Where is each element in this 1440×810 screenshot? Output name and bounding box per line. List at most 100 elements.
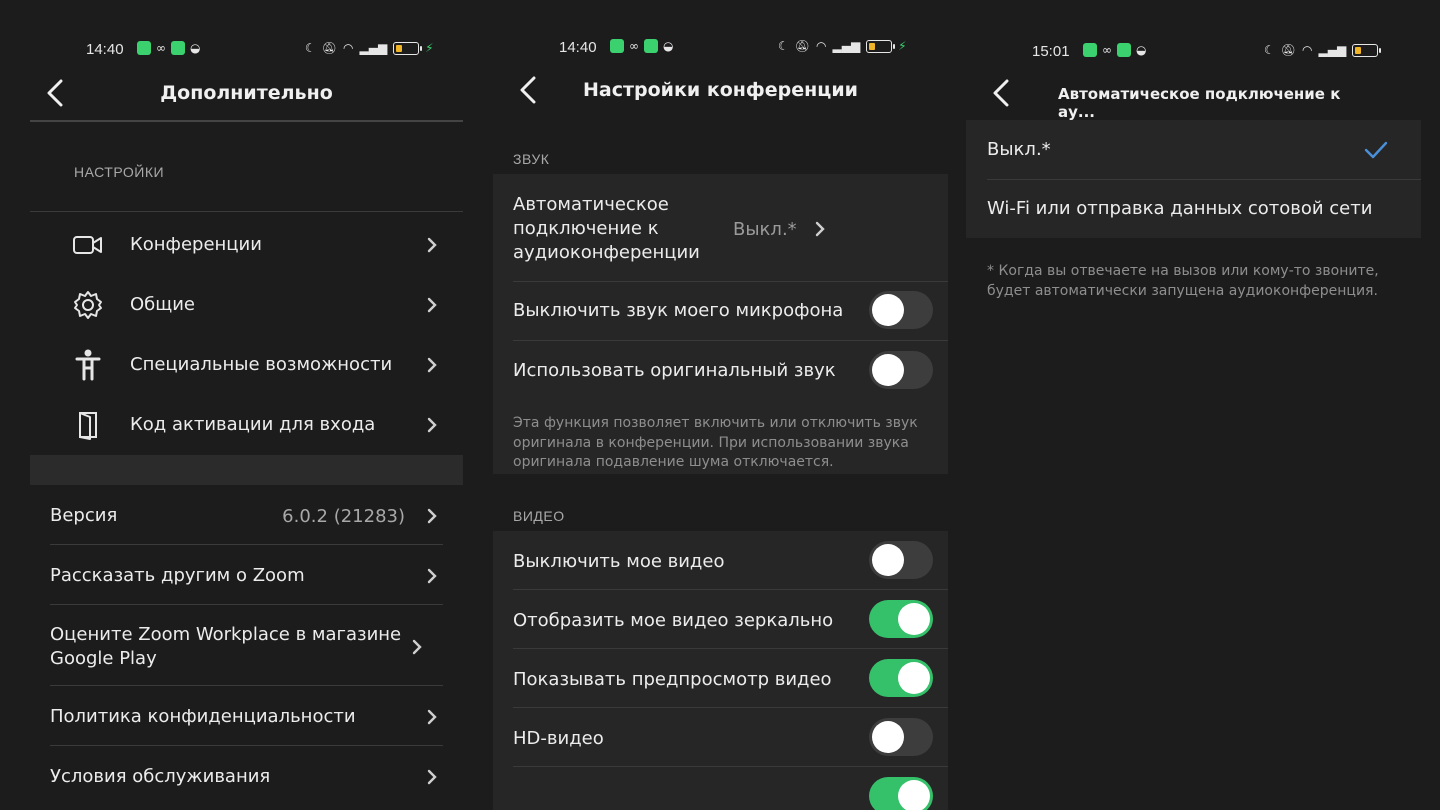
battery-icon — [866, 39, 896, 53]
app-notification-icon — [137, 41, 151, 55]
mirror-video-toggle[interactable] — [869, 600, 933, 638]
chevron-right-icon — [425, 769, 439, 785]
partial-toggle[interactable] — [869, 777, 933, 810]
row-divider — [513, 766, 948, 767]
wifi-icon: ◠ — [1302, 43, 1313, 57]
mute-mic-toggle[interactable] — [869, 291, 933, 329]
panel-conference-settings: 14:40 ∞ ◒ ☾ 🔕︎ ◠ ▂▄▆ ⚡︎ Настройки конфер… — [493, 0, 948, 810]
notification-icons: ∞ ◒ — [610, 39, 673, 53]
moon-icon: ☾ — [778, 39, 789, 53]
settings-item-activation-code[interactable]: Код активации для входа — [20, 404, 473, 446]
share-zoom-row[interactable]: Рассказать другим о Zoom — [20, 555, 473, 597]
signal-icon: ▂▄▆ — [832, 39, 861, 53]
charging-icon: ⚡︎ — [898, 39, 907, 53]
settings-item-label: Код активации для входа — [130, 414, 376, 435]
section-label-audio: ЗВУК — [513, 151, 550, 167]
battery-icon — [393, 41, 423, 55]
settings-item-accessibility[interactable]: Специальные возможности — [20, 344, 473, 386]
about-item-label: Рассказать другим о Zoom — [50, 565, 305, 586]
section-label-video: ВИДЕО — [513, 508, 565, 524]
header: Автоматическое подключение к ау... — [966, 65, 1421, 121]
row-divider — [50, 544, 443, 545]
chevron-right-icon — [425, 709, 439, 725]
row-divider — [513, 648, 948, 649]
mute-icon: 🔕︎ — [794, 39, 810, 53]
terms-row[interactable]: Условия обслуживания — [20, 756, 473, 798]
signal-icon: ▂▄▆ — [359, 41, 388, 55]
row-divider — [513, 281, 948, 282]
toggle-label: Выключить звук моего микрофона — [513, 300, 844, 321]
battery-icon — [1352, 43, 1382, 57]
about-item-label: Оцените Zoom Workplace в магазине Google… — [50, 624, 402, 669]
row-divider — [50, 745, 443, 746]
row-divider — [987, 179, 1421, 180]
checkmark-icon — [1363, 140, 1389, 160]
mute-icon: 🔕︎ — [1280, 43, 1296, 57]
back-arrow-icon[interactable] — [986, 73, 1016, 113]
app-notification-icon — [1083, 43, 1097, 57]
page-title: Настройки конференции — [583, 79, 858, 101]
system-icons: ☾ 🔕︎ ◠ ▂▄▆ ⚡︎ — [778, 39, 907, 53]
toggle-label: Выключить мое видео — [513, 551, 725, 572]
signal-icon: ▂▄▆ — [1318, 43, 1347, 57]
panel-auto-connect-audio: 15:01 ∞ ◒ ☾ 🔕︎ ◠ ▂▄▆ Автоматическое подк… — [966, 0, 1421, 810]
privacy-policy-row[interactable]: Политика конфиденциальности — [20, 696, 473, 738]
auto-connect-audio-row[interactable]: Автоматическое подключение к аудиоконфер… — [493, 192, 948, 266]
audio-group: Автоматическое подключение к аудиоконфер… — [493, 174, 948, 474]
hd-video-toggle[interactable] — [869, 718, 933, 756]
section-spacer — [30, 455, 463, 485]
mute-icon: 🔕︎ — [321, 41, 337, 55]
accessibility-icon — [72, 348, 104, 382]
video-preview-toggle[interactable] — [869, 659, 933, 697]
message-notification-icon — [1117, 43, 1131, 57]
settings-item-conferences[interactable]: Конференции — [20, 224, 473, 266]
toggle-label: HD-видео — [513, 728, 604, 749]
about-item-label: Условия обслуживания — [50, 766, 271, 787]
status-bar: 14:40 ∞ ◒ ☾ 🔕︎ ◠ ▂▄▆ ⚡︎ — [20, 38, 473, 62]
moon-icon: ☾ — [1264, 43, 1275, 57]
option-label: Wi-Fi или отправка данных сотовой сети — [987, 198, 1373, 219]
option-off[interactable]: Выкл.* — [966, 129, 1421, 171]
video-group: Выключить мое видео Отобразить мое видео… — [493, 531, 948, 810]
link-icon: ∞ — [1102, 43, 1112, 57]
app-notification-icon — [610, 39, 624, 53]
moon-icon: ☾ — [305, 41, 316, 55]
version-row[interactable]: Версия 6.0.2 (21283) — [20, 495, 473, 537]
version-label: Версия — [50, 505, 118, 526]
eye-icon: ◒ — [1136, 43, 1147, 57]
chevron-right-icon — [425, 297, 439, 313]
original-sound-toggle[interactable] — [869, 351, 933, 389]
rate-app-row[interactable]: Оцените Zoom Workplace в магазине Google… — [20, 622, 473, 672]
section-label-settings: НАСТРОЙКИ — [74, 164, 165, 180]
header-divider — [30, 120, 463, 122]
settings-item-general[interactable]: Общие — [20, 284, 473, 326]
toggle-label: Отобразить мое видео зеркально — [513, 610, 834, 631]
chevron-right-icon — [425, 237, 439, 253]
eye-icon: ◒ — [663, 39, 674, 53]
chevron-right-icon — [425, 568, 439, 584]
system-icons: ☾ 🔕︎ ◠ ▂▄▆ — [1264, 43, 1382, 57]
turn-off-video-toggle[interactable] — [869, 541, 933, 579]
notification-icons: ∞ ◒ — [137, 41, 200, 55]
status-bar: 14:40 ∞ ◒ ☾ 🔕︎ ◠ ▂▄▆ ⚡︎ — [493, 36, 948, 60]
chevron-right-icon — [425, 417, 439, 433]
wifi-icon: ◠ — [816, 39, 827, 53]
gear-icon — [72, 289, 104, 321]
status-time: 14:40 — [559, 39, 597, 56]
auto-connect-value: Выкл.* — [733, 218, 797, 240]
wifi-icon: ◠ — [343, 41, 354, 55]
auto-connect-footnote: * Когда вы отвечаете на вызов или кому-т… — [987, 263, 1379, 299]
video-camera-icon — [70, 231, 106, 259]
system-icons: ☾ 🔕︎ ◠ ▂▄▆ ⚡︎ — [305, 41, 434, 55]
row-divider — [513, 707, 948, 708]
version-value: 6.0.2 (21283) — [282, 505, 405, 527]
chevron-right-icon — [410, 639, 424, 655]
row-divider — [513, 589, 948, 590]
option-wifi-cellular[interactable]: Wi-Fi или отправка данных сотовой сети — [966, 188, 1421, 230]
link-icon: ∞ — [629, 39, 639, 53]
row-divider — [50, 685, 443, 686]
settings-item-label: Конференции — [130, 234, 262, 255]
chevron-right-icon — [425, 357, 439, 373]
about-item-label: Политика конфиденциальности — [50, 706, 356, 727]
settings-item-label: Специальные возможности — [130, 354, 393, 375]
